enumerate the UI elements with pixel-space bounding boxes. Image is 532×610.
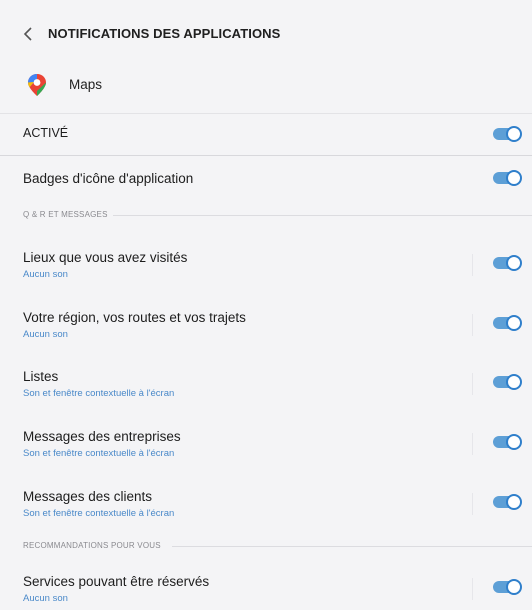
channel-row-lists[interactable]: Listes Son et fenêtre contextuelle à l'é… bbox=[0, 359, 532, 409]
row-separator bbox=[472, 493, 473, 515]
section-divider-line bbox=[113, 215, 532, 216]
app-name: Maps bbox=[69, 77, 103, 92]
badges-toggle-switch[interactable] bbox=[493, 170, 523, 186]
row-separator bbox=[472, 314, 473, 336]
channel-label: Lieux que vous avez visités bbox=[23, 250, 188, 265]
page-title: NOTIFICATIONS DES APPLICATIONS bbox=[48, 26, 281, 41]
chevron-left-icon[interactable] bbox=[22, 26, 34, 42]
channel-label: Services pouvant être réservés bbox=[23, 574, 210, 589]
badges-label: Badges d'icône d'application bbox=[23, 171, 194, 186]
channel-toggle-switch[interactable] bbox=[493, 255, 523, 271]
channel-sound-setting: Son et fenêtre contextuelle à l'écran bbox=[23, 508, 175, 519]
row-separator bbox=[472, 578, 473, 600]
section-header-qa-messages: Q & R ET MESSAGES bbox=[23, 210, 108, 219]
channel-sound-setting: Aucun son bbox=[23, 269, 68, 280]
section-divider-line bbox=[172, 546, 532, 547]
channel-toggle-switch[interactable] bbox=[493, 494, 523, 510]
header-bar: NOTIFICATIONS DES APPLICATIONS bbox=[0, 14, 532, 54]
channel-label: Votre région, vos routes et vos trajets bbox=[23, 310, 246, 325]
channel-row-customer-messages[interactable]: Messages des clients Son et fenêtre cont… bbox=[0, 479, 532, 529]
channel-label: Listes bbox=[23, 369, 59, 384]
google-maps-pin-icon bbox=[28, 74, 46, 96]
channel-row-business-messages[interactable]: Messages des entreprises Son et fenêtre … bbox=[0, 419, 532, 469]
channel-sound-setting: Son et fenêtre contextuelle à l'écran bbox=[23, 448, 175, 459]
channel-sound-setting: Aucun son bbox=[23, 593, 68, 604]
channel-toggle-switch[interactable] bbox=[493, 434, 523, 450]
channel-label: Messages des clients bbox=[23, 489, 153, 504]
channel-sound-setting: Son et fenêtre contextuelle à l'écran bbox=[23, 388, 175, 399]
row-separator bbox=[472, 433, 473, 455]
master-toggle-label: ACTIVÉ bbox=[23, 126, 69, 140]
channel-label: Messages des entreprises bbox=[23, 429, 181, 444]
channel-row-bookable-services[interactable]: Services pouvant être réservés Aucun son bbox=[0, 566, 532, 610]
row-separator bbox=[472, 254, 473, 276]
section-header-recommendations: RECOMMANDATIONS POUR VOUS bbox=[23, 541, 161, 550]
channel-toggle-switch[interactable] bbox=[493, 579, 523, 595]
row-separator bbox=[472, 373, 473, 395]
channel-toggle-switch[interactable] bbox=[493, 315, 523, 331]
badges-toggle-row[interactable]: Badges d'icône d'application bbox=[0, 156, 532, 200]
channel-row-region-routes[interactable]: Votre région, vos routes et vos trajets … bbox=[0, 300, 532, 350]
app-info-row: Maps bbox=[0, 66, 532, 108]
master-toggle-row[interactable]: ACTIVÉ bbox=[0, 113, 532, 155]
channel-toggle-switch[interactable] bbox=[493, 374, 523, 390]
master-toggle-switch[interactable] bbox=[493, 126, 523, 142]
channel-row-visited-places[interactable]: Lieux que vous avez visités Aucun son bbox=[0, 240, 532, 290]
channel-sound-setting: Aucun son bbox=[23, 329, 68, 340]
